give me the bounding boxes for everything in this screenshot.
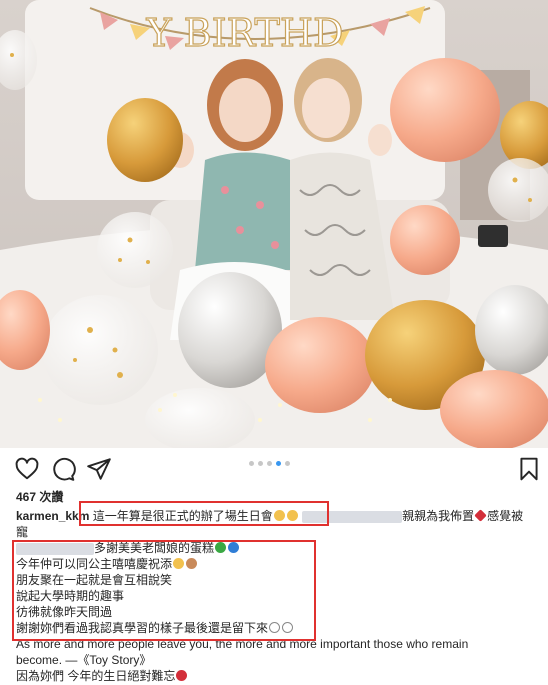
carousel-dot-active[interactable] xyxy=(276,461,281,466)
red-heart-emoji-icon xyxy=(474,509,487,522)
smile-emoji-icon xyxy=(273,510,285,521)
caption-text: 因為妳們 今年的生日絕對難忘 xyxy=(16,669,176,683)
party-emoji-icon xyxy=(286,510,298,521)
caption-text: 這一年算是很正式的辦了場生日會 xyxy=(92,509,273,523)
caption-line: 說起大學時期的趣事 xyxy=(16,589,125,603)
relieved-face-emoji-icon xyxy=(282,622,294,633)
carousel-indicator xyxy=(249,461,290,466)
carousel-dot[interactable] xyxy=(285,461,290,466)
caption-line: 彷彿就像昨天問過 xyxy=(16,605,113,619)
carousel-dot[interactable] xyxy=(267,461,272,466)
caption-line: 朋友聚在一起就是會互相說笑 xyxy=(16,573,173,587)
face-emoji-icon xyxy=(173,558,185,569)
caption-line: 寵 xyxy=(16,525,29,539)
redacted-mention xyxy=(16,542,94,555)
caption-text: 謝謝妳們看過我認真學習的樣子最後還是留下來 xyxy=(16,621,269,635)
bookmark-icon[interactable] xyxy=(516,456,542,482)
paper-plane-icon[interactable] xyxy=(86,456,112,482)
post-caption: karmen_kkm 這一年算是很正式的辦了場生日會 親親為我佈置 感覺被 寵 多… xyxy=(16,508,540,684)
relieved-face-emoji-icon xyxy=(269,622,281,633)
username-link[interactable]: karmen_kkm xyxy=(16,509,89,523)
caption-line: As more and more people leave you, the m… xyxy=(16,637,469,651)
broken-heart-emoji-icon xyxy=(176,670,188,681)
caption-line: become. —《Toy Story》 xyxy=(16,653,152,667)
carousel-dot[interactable] xyxy=(258,461,263,466)
caption-line: 今年仲可以同公主嘻嘻慶祝添 xyxy=(16,556,540,572)
carousel-dot[interactable] xyxy=(249,461,254,466)
comment-bubble-icon[interactable] xyxy=(50,456,76,482)
caption-text: 多謝美美老闆娘的蛋糕 xyxy=(94,541,215,555)
green-heart-emoji-icon xyxy=(215,542,227,553)
caption-line: 謝謝妳們看過我認真學習的樣子最後還是留下來 xyxy=(16,620,540,636)
post-photo[interactable]: Y BIRTHD xyxy=(0,0,548,448)
heart-outline-icon[interactable] xyxy=(14,456,40,482)
caption-text: 感覺被 xyxy=(487,509,524,523)
post-action-bar xyxy=(0,448,548,488)
caption-line: 因為妳們 今年的生日絕對難忘 xyxy=(16,668,540,684)
birthday-banner: Y BIRTHD xyxy=(146,11,344,55)
caption-text: 親親為我佈置 xyxy=(402,509,475,523)
caption-text: 今年仲可以同公主嘻嘻慶祝添 xyxy=(16,557,173,571)
person-emoji-icon xyxy=(186,558,198,569)
like-count[interactable]: 467 次讚 xyxy=(16,488,63,505)
caption-line: karmen_kkm 這一年算是很正式的辦了場生日會 親親為我佈置 感覺被 xyxy=(16,508,540,524)
redacted-mention xyxy=(302,510,403,523)
blue-heart-emoji-icon xyxy=(228,542,240,553)
caption-line: 多謝美美老闆娘的蛋糕 xyxy=(16,540,540,556)
birthday-photo-illustration: Y BIRTHD xyxy=(0,0,548,448)
